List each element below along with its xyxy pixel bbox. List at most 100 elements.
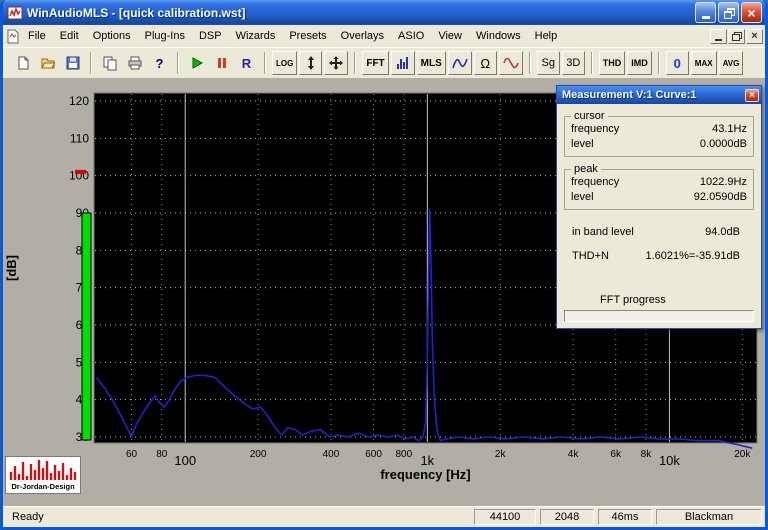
chart-client-area: 1201101009080706050403060801002004006008… <box>3 78 765 506</box>
omega-icon: Ω <box>480 56 490 71</box>
restore-icon <box>724 8 734 17</box>
reset-button[interactable]: 0 <box>666 51 689 75</box>
transfer-curve-button[interactable] <box>448 51 472 75</box>
open-folder-icon <box>40 55 56 71</box>
cursor-level-row: level 0.0000dB <box>571 137 747 152</box>
app-icon <box>7 5 23 21</box>
in-band-level-value: 94.0dB <box>705 225 740 240</box>
measurement-window: Measurement V:1 Curve:1 × cursor frequen… <box>556 85 762 329</box>
floppy-disk-icon <box>65 55 81 71</box>
peak-frequency-row: frequency 1022.9Hz <box>571 175 747 190</box>
copy-button[interactable] <box>98 51 121 75</box>
peak-level-value: 92.0590dB <box>694 190 747 205</box>
play-button[interactable] <box>185 51 208 75</box>
new-button[interactable] <box>11 51 34 75</box>
menu-item-plugins[interactable]: Plug-Ins <box>138 28 192 44</box>
print-button[interactable] <box>123 51 146 75</box>
logo-text: Dr-Jordan-Design <box>11 481 74 492</box>
cursor-group: cursor frequency 43.1Hz level 0.0000dB <box>564 110 754 157</box>
menu-item-asio[interactable]: ASIO <box>391 28 431 44</box>
vertical-zoom-button[interactable] <box>299 51 322 75</box>
toolbar-separator <box>658 52 660 74</box>
save-button[interactable] <box>61 51 84 75</box>
measurement-title-bar[interactable]: Measurement V:1 Curve:1 × <box>557 86 761 104</box>
fft-button[interactable]: FFT <box>362 51 388 75</box>
threed-label: 3D <box>566 57 580 69</box>
minimize-button[interactable] <box>695 2 716 23</box>
logo-spectrum-icon <box>7 457 79 481</box>
mdi-restore-button[interactable] <box>728 29 745 44</box>
level-meter-bar <box>82 213 91 440</box>
status-fft-window: Blackman <box>656 509 762 525</box>
mls-label: MLS <box>421 58 442 69</box>
peak-level-label: level <box>571 190 594 205</box>
menu-item-windows[interactable]: Windows <box>469 28 528 44</box>
help-button[interactable]: ? <box>148 51 171 75</box>
mls-button[interactable]: MLS <box>417 51 446 75</box>
peak-frequency-value: 1022.9Hz <box>700 175 747 190</box>
threed-button[interactable]: 3D <box>562 51 585 75</box>
cursor-frequency-row: frequency 43.1Hz <box>571 122 747 137</box>
menu-item-presets[interactable]: Presets <box>282 28 333 44</box>
peak-group: peak frequency 1022.9Hz level 92.0590dB <box>564 163 754 210</box>
y-tick-label: 120 <box>69 94 89 108</box>
menu-item-options[interactable]: Options <box>86 28 138 44</box>
measurement-close-button[interactable]: × <box>745 89 759 102</box>
open-button[interactable] <box>36 51 59 75</box>
zero-label: 0 <box>674 56 681 71</box>
mdi-close-button[interactable]: × <box>746 29 763 44</box>
x-tick-label-major: 100 <box>174 453 196 468</box>
y-tick-label: 110 <box>70 131 89 145</box>
menu-item-overlays[interactable]: Overlays <box>334 28 391 44</box>
x-tick-label-major: 10k <box>659 453 680 468</box>
mdi-minimize-button[interactable] <box>710 29 727 44</box>
x-tick-label: 6k <box>610 449 622 460</box>
thdn-row: THD+N 1.6021%=-35.91dB <box>564 249 754 264</box>
toolbar-separator <box>354 52 356 74</box>
menu-item-view[interactable]: View <box>431 28 469 44</box>
close-icon: × <box>749 90 755 101</box>
menu-item-edit[interactable]: Edit <box>53 28 86 44</box>
peak-group-label: peak <box>571 163 601 175</box>
cursor-frequency-label: frequency <box>571 122 619 137</box>
pause-button[interactable] <box>210 51 233 75</box>
close-button[interactable]: × <box>741 2 762 23</box>
signal-generator-button[interactable]: Sg <box>537 51 560 75</box>
log-scale-button[interactable]: LOG <box>272 51 297 75</box>
x-tick-label-major: 1k <box>420 453 434 468</box>
menu-item-help[interactable]: Help <box>528 28 565 44</box>
avg-label: AVG <box>723 59 740 68</box>
menu-item-dsp[interactable]: DSP <box>192 28 229 44</box>
y-axis-label: [dB] <box>4 255 19 281</box>
in-band-level-row: in band level 94.0dB <box>564 225 754 240</box>
x-tick-label: 4k <box>568 449 580 460</box>
status-samplerate: 44100 <box>474 509 536 525</box>
thd-button[interactable]: THD <box>599 51 626 75</box>
x-tick-label: 2k <box>495 449 507 460</box>
window-title: WinAudioMLS - [quick calibration.wst] <box>27 6 693 20</box>
fft-label: FFT <box>366 58 384 69</box>
imd-label: IMD <box>631 58 648 68</box>
toolbar: ? R LOG FFT MLS <box>3 47 765 78</box>
restore-button[interactable] <box>718 2 739 23</box>
toolbar-separator <box>264 52 266 74</box>
average-button[interactable]: AVG <box>719 51 744 75</box>
spectrum-button[interactable] <box>391 51 415 75</box>
mdi-close-icon: × <box>751 31 757 42</box>
menu-item-wizards[interactable]: Wizards <box>229 28 283 44</box>
title-bar[interactable]: WinAudioMLS - [quick calibration.wst] × <box>3 0 765 25</box>
record-button[interactable]: R <box>235 51 258 75</box>
in-band-level-label: in band level <box>572 225 634 240</box>
vertical-arrows-icon <box>305 55 317 71</box>
x-tick-label: 20k <box>734 449 751 460</box>
fft-progress-bar <box>564 310 754 322</box>
new-document-icon <box>15 55 31 71</box>
menu-item-file[interactable]: File <box>21 28 53 44</box>
move-button[interactable] <box>324 51 348 75</box>
max-hold-button[interactable]: MAX <box>691 51 717 75</box>
signal-wave-button[interactable] <box>499 51 523 75</box>
peak-frequency-label: frequency <box>571 175 619 190</box>
red-sine-icon <box>503 55 519 71</box>
imd-button[interactable]: IMD <box>627 51 652 75</box>
impedance-button[interactable]: Ω <box>474 51 497 75</box>
